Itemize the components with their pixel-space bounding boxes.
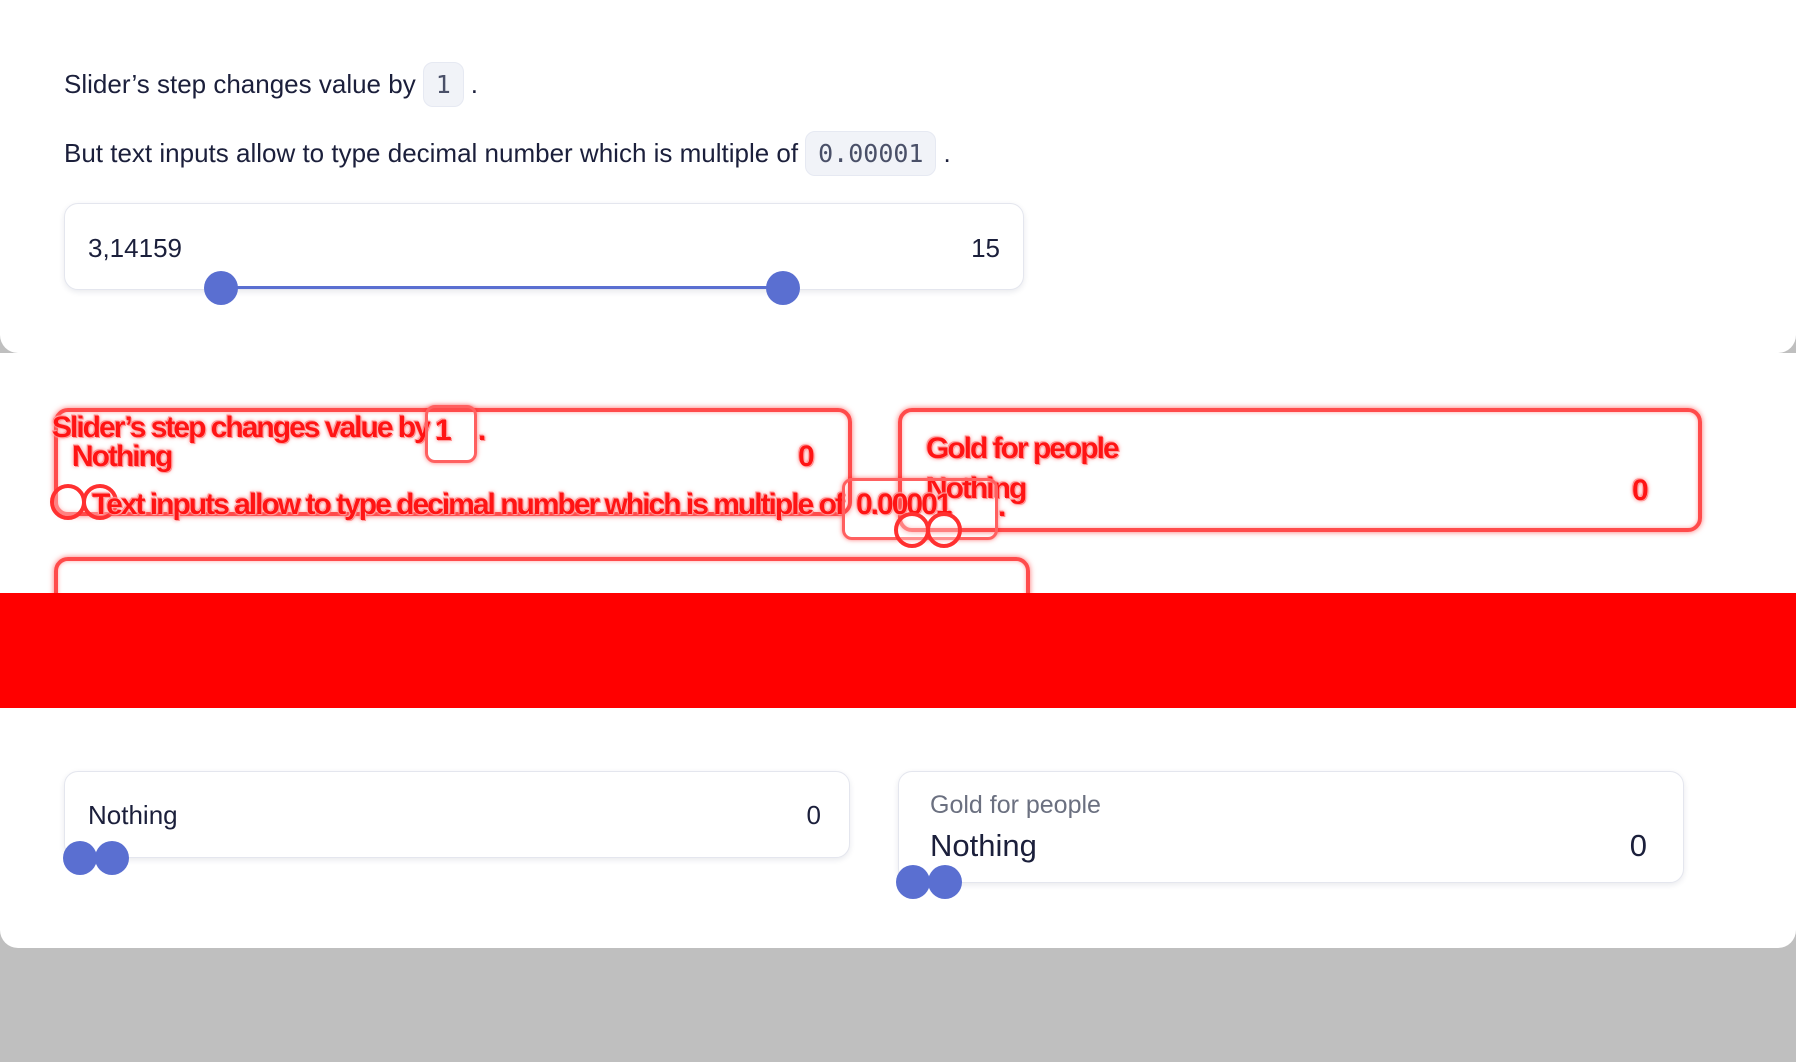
overlay-ghost-thumb-1 (50, 484, 86, 520)
red-overlay-bar (0, 593, 1796, 708)
nothing-slider-label: Nothing (88, 800, 178, 830)
nothing-slider-left-thumb[interactable] (63, 841, 97, 875)
overlay-ghost-card1-value: 0 (798, 440, 815, 473)
gold-slider-left-thumb[interactable] (896, 865, 930, 899)
gold-slider-right-thumb[interactable] (928, 865, 962, 899)
overlay-ghost-card2-title: Gold for people (926, 432, 1120, 465)
overlay-ghost-step-value: 1 (435, 414, 452, 447)
overlay-ghost-step-code (425, 405, 477, 463)
overlay-ghost-multiple-text: Text inputs allow to type decimal number… (92, 488, 845, 521)
step-value-code: 1 (422, 62, 464, 107)
nothing-slider-value[interactable]: 0 (807, 800, 821, 831)
overlay-ghost-card1-label: Nothing (72, 440, 173, 473)
gold-slider-value[interactable]: 0 (1630, 828, 1647, 864)
gold-slider-title: Gold for people (930, 791, 1101, 819)
overlay-ghost-card-gold (898, 408, 1702, 532)
multiple-description-period: . (943, 138, 951, 168)
overlay-ghost-card2-value: 0 (1632, 474, 1649, 507)
multiple-description-text: But text inputs allow to type decimal nu… (64, 138, 799, 168)
step-description: Slider’s step changes value by 1 . (64, 62, 478, 107)
gold-slider-label: Nothing (930, 828, 1037, 863)
step-description-text: Slider’s step changes value by (64, 69, 416, 99)
range-right-input[interactable]: 15 (971, 233, 1000, 264)
range-demo-panel: Slider’s step changes value by 1 . But t… (0, 0, 1796, 353)
nothing-slider-card[interactable]: Nothing 0 (64, 771, 850, 858)
range-slider-track[interactable] (220, 286, 783, 289)
multiple-description: But text inputs allow to type decimal nu… (64, 131, 951, 176)
multiple-value-code: 0.00001 (805, 131, 937, 176)
range-slider-max-thumb[interactable] (766, 271, 800, 305)
range-slider-min-thumb[interactable] (204, 271, 238, 305)
nothing-slider-right-thumb[interactable] (95, 841, 129, 875)
range-left-input[interactable]: 3,14159 (88, 233, 182, 264)
step-description-period: . (470, 69, 478, 99)
overlay-ghost-thumb-4 (926, 512, 962, 548)
overlay-ghost-step-period: . (478, 414, 486, 447)
gold-slider-card[interactable]: Gold for people Nothing 0 (898, 771, 1684, 883)
overlay-ghost-multiple-period: . (998, 490, 1006, 523)
overlay-ghost-thumb-3 (894, 512, 930, 548)
